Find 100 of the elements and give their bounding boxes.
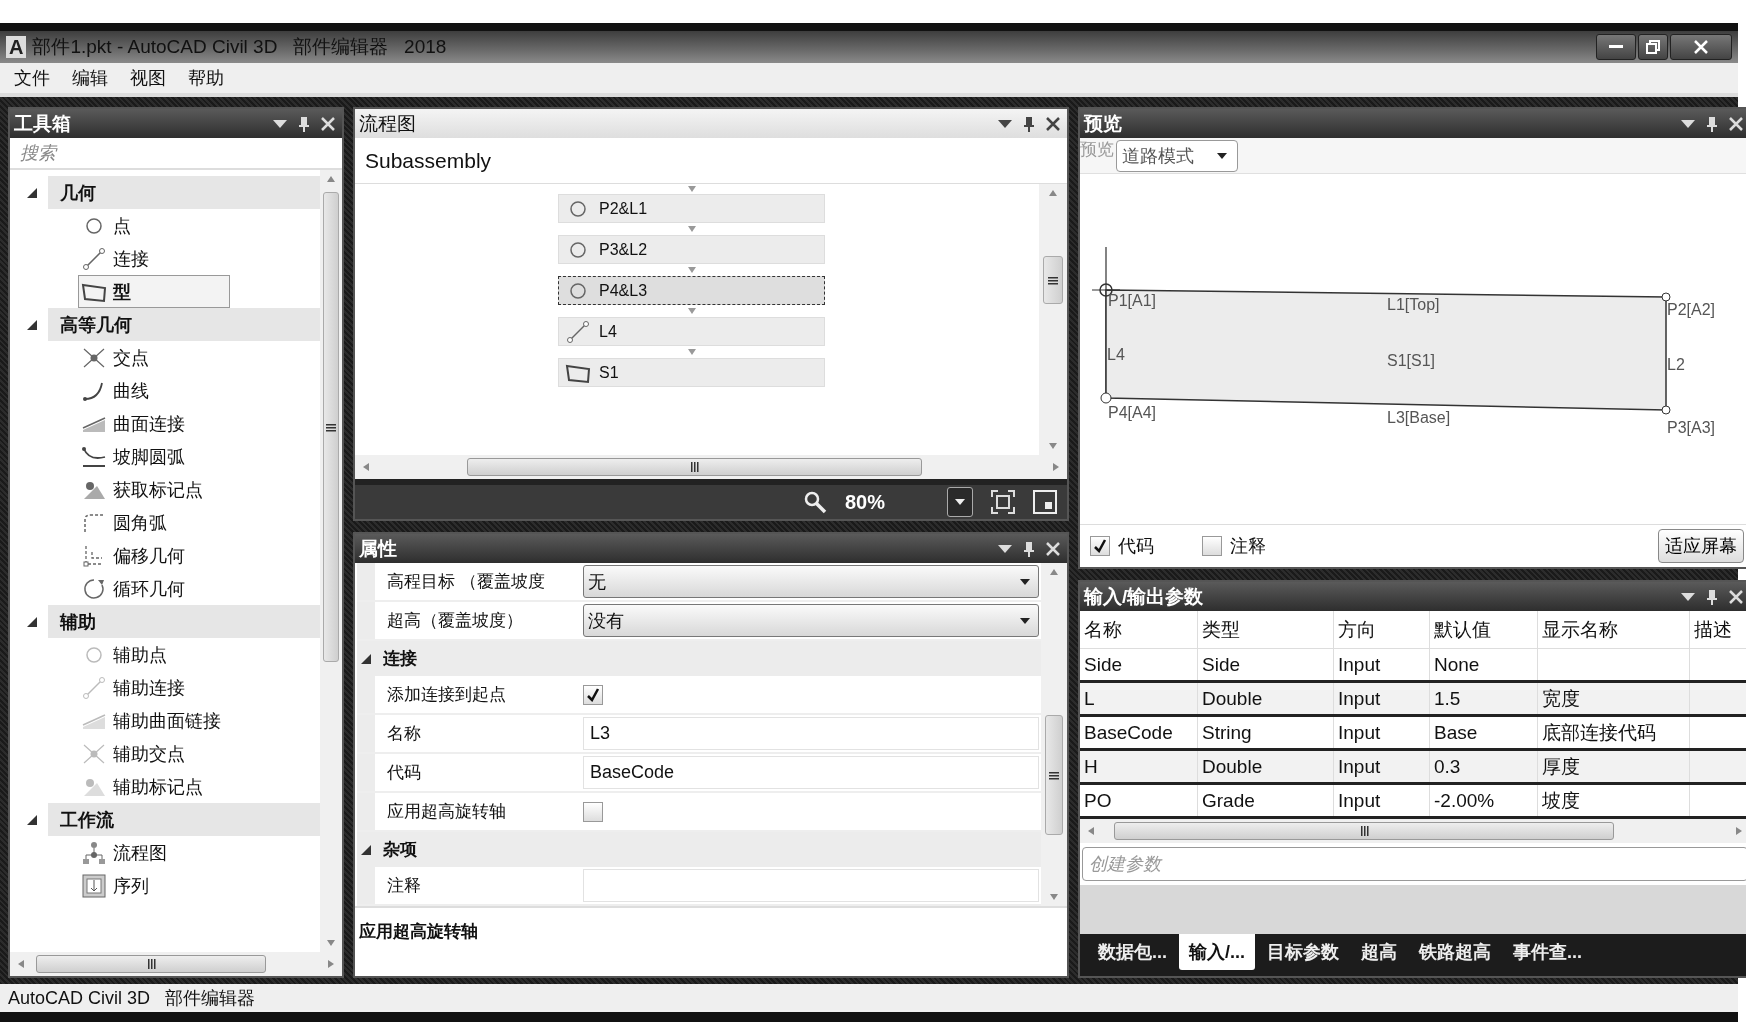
menu-item[interactable]: 编辑 xyxy=(72,66,108,90)
checkbox[interactable] xyxy=(1202,536,1222,556)
toolbox-item[interactable]: 连接 xyxy=(78,242,230,275)
toolbox-item[interactable]: 辅助曲面链接 xyxy=(78,704,230,737)
expander-icon[interactable] xyxy=(27,616,37,627)
pin-button[interactable] xyxy=(1704,588,1720,605)
fit-screen-button[interactable]: 适应屏幕 xyxy=(1658,529,1744,563)
toolbox-item[interactable]: 圆角弧 xyxy=(78,506,230,539)
pin-button[interactable] xyxy=(296,115,312,132)
expander-icon[interactable] xyxy=(27,319,37,330)
scroll-arrow-icon[interactable] xyxy=(1088,827,1094,835)
scroll-arrow-icon[interactable] xyxy=(1736,827,1742,835)
checkbox[interactable] xyxy=(1090,536,1110,556)
horizontal-scrollbar[interactable] xyxy=(1080,819,1746,843)
toolbox-item[interactable]: 交点 xyxy=(78,341,230,374)
dropdown[interactable]: 无 xyxy=(583,565,1039,598)
section-header[interactable]: 连接 xyxy=(375,647,417,670)
horizontal-scrollbar[interactable] xyxy=(355,455,1067,479)
vertical-scrollbar[interactable] xyxy=(1039,184,1067,455)
toolbox-item[interactable]: 序列 xyxy=(78,869,230,902)
scroll-arrow-icon[interactable] xyxy=(327,940,335,946)
toolbox-item[interactable]: 曲线 xyxy=(78,374,230,407)
create-parameter-field[interactable]: 创建参数 xyxy=(1082,847,1746,881)
toolbox-item[interactable]: 曲面连接 xyxy=(78,407,230,440)
pin-button[interactable] xyxy=(1704,115,1720,132)
restore-button[interactable] xyxy=(1638,34,1668,60)
checkbox[interactable] xyxy=(583,801,603,822)
column-header[interactable]: 类型 xyxy=(1198,611,1334,648)
bottom-tab[interactable]: 铁路超高 xyxy=(1409,934,1502,970)
expander-icon[interactable] xyxy=(361,844,371,855)
mode-dropdown[interactable]: 道路模式 xyxy=(1116,139,1238,172)
toolbox-item[interactable]: 辅助标记点 xyxy=(78,770,230,803)
close-button[interactable] xyxy=(1670,34,1732,60)
scroll-arrow-icon[interactable] xyxy=(1053,463,1059,471)
table-cell: 0.3 xyxy=(1430,751,1538,782)
table-cell: Double xyxy=(1198,751,1334,782)
toolbox-item[interactable]: 点 xyxy=(78,209,230,242)
toolbox-item[interactable]: 循环几何 xyxy=(78,572,230,605)
close-button[interactable] xyxy=(1045,115,1061,132)
scroll-arrow-icon[interactable] xyxy=(1050,894,1058,900)
flowchart-step[interactable]: P4&L3 xyxy=(558,276,825,305)
bottom-tab[interactable]: 数据包... xyxy=(1088,934,1177,970)
window-title: 部件1.pkt - AutoCAD Civil 3D 部件编辑器 2018 xyxy=(32,35,447,59)
flowchart-step[interactable]: L4 xyxy=(558,317,825,346)
flowchart-step[interactable]: S1 xyxy=(558,358,825,387)
toolbox-item[interactable]: 辅助连接 xyxy=(78,671,230,704)
scroll-arrow-icon[interactable] xyxy=(1049,443,1057,449)
toolbox-item[interactable]: 型 xyxy=(78,275,230,308)
vertical-scrollbar[interactable] xyxy=(320,170,342,952)
search-icon[interactable] xyxy=(802,490,827,514)
menu-item[interactable]: 帮助 xyxy=(188,66,224,90)
toolbox-item[interactable]: 辅助交点 xyxy=(78,737,230,770)
scroll-arrow-icon[interactable] xyxy=(363,463,369,471)
group-header[interactable]: 辅助 xyxy=(48,605,320,638)
expander-icon[interactable] xyxy=(27,187,37,198)
scroll-arrow-icon[interactable] xyxy=(327,176,335,182)
zoom-dropdown-button[interactable] xyxy=(947,487,973,517)
column-header[interactable]: 描述 xyxy=(1690,611,1746,648)
scroll-arrow-icon[interactable] xyxy=(1050,569,1058,575)
input-field[interactable]: BaseCode xyxy=(583,756,1039,789)
toolbox-item[interactable]: 辅助点 xyxy=(78,638,230,671)
expander-icon[interactable] xyxy=(27,814,37,825)
toolbox-item[interactable]: 偏移几何 xyxy=(78,539,230,572)
flow-arrow-icon xyxy=(687,186,696,192)
flowchart-step[interactable]: P3&L2 xyxy=(558,235,825,264)
scroll-arrow-icon[interactable] xyxy=(328,960,334,968)
scroll-arrow-icon[interactable] xyxy=(18,960,24,968)
toolbox-item[interactable]: 流程图 xyxy=(78,836,230,869)
input-field[interactable] xyxy=(583,869,1039,902)
toolbox-item[interactable]: 获取标记点 xyxy=(78,473,230,506)
bottom-tab[interactable]: 超高 xyxy=(1351,934,1408,970)
bottom-tab[interactable]: 输入/... xyxy=(1179,934,1256,970)
menu-item[interactable]: 视图 xyxy=(130,66,166,90)
checkbox[interactable] xyxy=(583,684,603,705)
column-header[interactable]: 方向 xyxy=(1334,611,1430,648)
zoom-extents-icon[interactable] xyxy=(991,490,1015,514)
group-header[interactable]: 几何 xyxy=(48,176,320,209)
horizontal-scrollbar[interactable] xyxy=(10,952,342,976)
vertical-scrollbar[interactable] xyxy=(1041,563,1067,906)
group-header[interactable]: 高等几何 xyxy=(48,308,320,341)
column-header[interactable]: 显示名称 xyxy=(1538,611,1690,648)
column-header[interactable]: 名称 xyxy=(1080,611,1198,648)
pin-button[interactable] xyxy=(1021,540,1037,557)
bottom-tab[interactable]: 目标参数 xyxy=(1257,934,1350,970)
section-header[interactable]: 杂项 xyxy=(375,838,417,861)
bottom-tab[interactable]: 事件查... xyxy=(1503,934,1593,970)
dropdown[interactable]: 没有 xyxy=(583,604,1039,637)
expander-icon[interactable] xyxy=(361,653,371,664)
menu-item[interactable]: 文件 xyxy=(14,66,50,90)
toolbox-item[interactable]: 坡脚圆弧 xyxy=(78,440,230,473)
flowchart-step[interactable]: P2&L1 xyxy=(558,194,825,223)
input-field[interactable]: L3 xyxy=(583,717,1039,750)
table-cell: Base xyxy=(1430,717,1538,748)
minimize-button[interactable] xyxy=(1596,34,1636,60)
window-icon[interactable] xyxy=(1033,490,1057,514)
geometry-label: P4[A4] xyxy=(1108,404,1157,422)
pin-button[interactable] xyxy=(1021,115,1037,132)
group-header[interactable]: 工作流 xyxy=(48,803,320,836)
column-header[interactable]: 默认值 xyxy=(1430,611,1538,648)
scroll-arrow-icon[interactable] xyxy=(1049,190,1057,196)
